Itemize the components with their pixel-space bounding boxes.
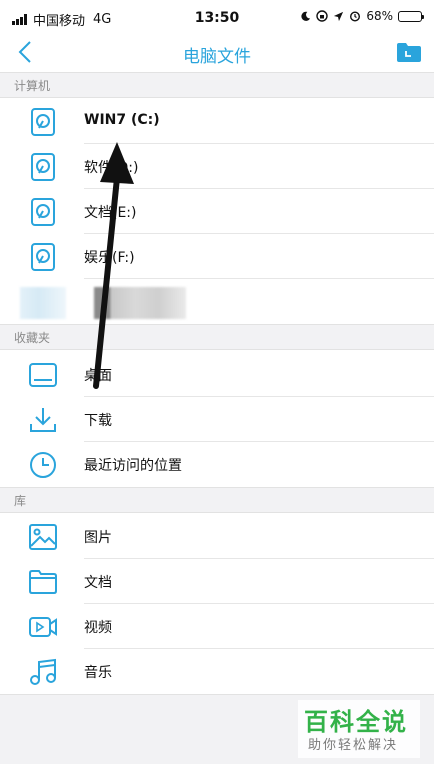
library-label: 文档: [84, 575, 112, 591]
music-note-icon: [30, 658, 56, 685]
desktop-icon: [29, 363, 57, 387]
drive-row-e[interactable]: 文档(E:): [0, 189, 434, 234]
section-header-favorites: 收藏夹: [0, 324, 434, 350]
favorite-row-recent[interactable]: 最近访问的位置: [0, 442, 434, 487]
drive-label: 娱乐(F:): [84, 250, 135, 266]
blurred-row[interactable]: [0, 279, 434, 324]
watermark-subtitle: 助你轻松解决: [308, 738, 399, 753]
video-camera-icon: [29, 617, 57, 637]
image-icon: [29, 524, 57, 550]
hard-drive-icon: [31, 153, 55, 181]
library-label: 音乐: [84, 665, 112, 681]
drive-row-d[interactable]: 软件(D:): [0, 144, 434, 189]
drive-row-f[interactable]: 娱乐(F:): [0, 234, 434, 279]
library-row-pictures[interactable]: 图片: [0, 514, 434, 559]
section-header-computer: 计算机: [0, 72, 434, 98]
drive-row-c[interactable]: WIN7 (C:): [0, 99, 434, 144]
section-header-library: 库: [0, 487, 434, 513]
watermark: 百科全说 助你轻松解决: [298, 700, 420, 758]
watermark-title: 百科全说: [304, 708, 408, 736]
favorite-label: 下载: [84, 413, 112, 429]
library-row-music[interactable]: 音乐: [0, 649, 434, 694]
folder-icon: [397, 43, 421, 62]
hard-drive-icon: [31, 108, 55, 136]
download-icon: [30, 408, 56, 432]
status-right: 68%: [300, 9, 424, 23]
drive-label: WIN7 (C:): [84, 112, 160, 128]
favorite-label: 桌面: [84, 368, 112, 384]
pixelated-icon: [20, 287, 66, 319]
favorite-row-desktop[interactable]: 桌面: [0, 352, 434, 397]
battery-icon: [398, 10, 424, 22]
location-icon: [334, 11, 344, 21]
new-folder-button[interactable]: [396, 40, 422, 64]
drive-label: 软件(D:): [84, 160, 139, 176]
library-label: 视频: [84, 620, 112, 636]
status-bar: 中国移动 4G 13:50 68%: [0, 0, 434, 36]
page-title: 电脑文件: [183, 47, 251, 67]
favorite-label: 最近访问的位置: [84, 458, 182, 474]
alarm-icon: [350, 11, 361, 22]
hard-drive-icon: [31, 243, 55, 271]
clock-icon: [30, 452, 56, 478]
favorite-row-downloads[interactable]: 下载: [0, 397, 434, 442]
folder-outline-icon: [29, 570, 57, 594]
battery-percent: 68%: [366, 9, 393, 23]
moon-icon: [301, 11, 311, 21]
hard-drive-icon: [31, 198, 55, 226]
pixelated-label: [94, 287, 186, 319]
library-row-documents[interactable]: 文档: [0, 559, 434, 604]
library-row-videos[interactable]: 视频: [0, 604, 434, 649]
orientation-lock-icon: [316, 10, 329, 22]
nav-bar: 电脑文件: [0, 36, 434, 72]
library-label: 图片: [84, 530, 112, 546]
drive-label: 文档(E:): [84, 205, 137, 221]
